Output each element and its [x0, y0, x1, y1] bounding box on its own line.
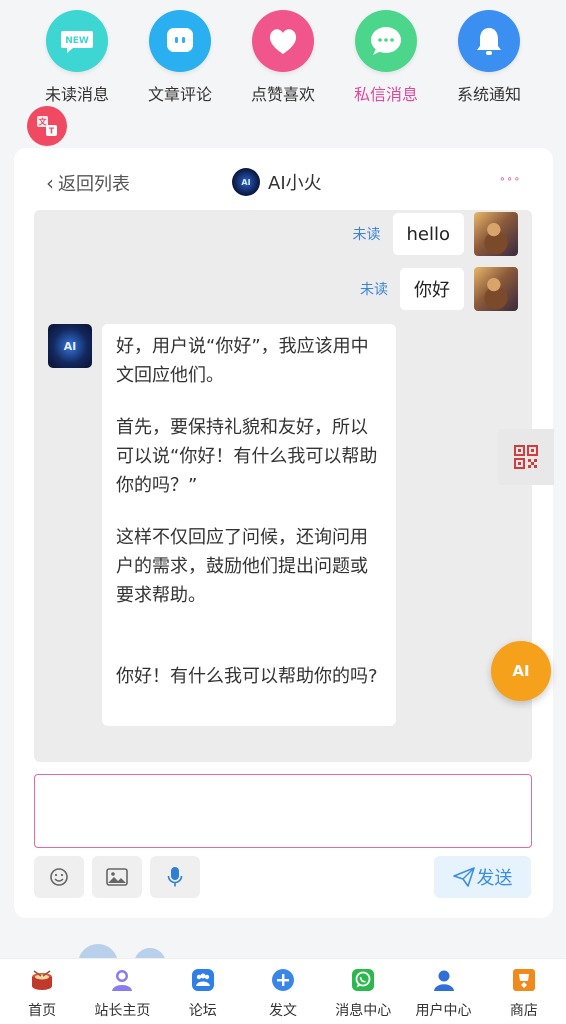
- message-input[interactable]: [34, 774, 532, 848]
- smiley-icon: [50, 868, 68, 886]
- user-avatar[interactable]: [474, 267, 518, 311]
- send-label: 发送: [476, 868, 513, 889]
- category-label: 系统通知: [456, 85, 521, 104]
- bell-icon: [458, 10, 520, 72]
- nav-message-center[interactable]: 消息中心: [323, 959, 403, 1024]
- svg-text:文: 文: [39, 117, 48, 127]
- ai-reply-paragraph: 好，用户说“你好”，我应该用中文回应他们。: [116, 336, 369, 386]
- category-label: 私信消息: [353, 85, 418, 104]
- bottom-navigation: 首页 站长主页 论坛 发文 消息中心 用户中心 商店: [0, 958, 566, 1024]
- nav-label: 发文: [268, 1003, 297, 1019]
- message-list[interactable]: 未读 hello 未读 你好 AI 好，用户说“你好”，我应该用中文回应他们。 …: [34, 210, 532, 762]
- nav-shop[interactable]: 商店: [484, 959, 564, 1024]
- message-category-bar: NEW 未读消息 文章评论 点赞喜欢 私信消息 系统通知: [0, 10, 566, 120]
- category-system-notice[interactable]: 系统通知: [439, 10, 539, 120]
- ai-assistant-button[interactable]: AI: [491, 641, 551, 701]
- user-center-icon: [432, 968, 456, 992]
- nav-label: 首页: [28, 1003, 57, 1019]
- translate-icon[interactable]: 文T: [27, 106, 67, 146]
- send-button[interactable]: 发送: [434, 856, 531, 898]
- back-label: 返回列表: [58, 174, 130, 195]
- back-to-list-button[interactable]: ‹ 返回列表: [46, 170, 130, 196]
- nav-label: 用户中心: [415, 1003, 472, 1019]
- nav-user-center[interactable]: 用户中心: [404, 959, 484, 1024]
- drum-icon: [30, 968, 54, 992]
- qr-code-button[interactable]: [498, 429, 554, 485]
- qr-code-icon: [514, 445, 538, 469]
- svg-text:T: T: [49, 127, 55, 136]
- nav-label: 消息中心: [335, 1003, 392, 1019]
- category-private-messages[interactable]: 私信消息: [336, 10, 436, 120]
- more-options-icon[interactable]: ∘∘∘: [499, 174, 521, 185]
- ai-reply-paragraph: 首先，要保持礼貌和友好，所以可以说“你好！有什么我可以帮助你的吗？”: [116, 417, 378, 496]
- person-icon: [110, 968, 134, 992]
- ai-reply-paragraph: 这样不仅回应了问候，还询问用户的需求，鼓励他们提出问题或要求帮助。: [116, 527, 368, 606]
- chat-title-text: AI小火: [268, 173, 322, 194]
- user-avatar[interactable]: [474, 212, 518, 256]
- new-badge-text: NEW: [65, 36, 89, 46]
- category-unread[interactable]: NEW 未读消息: [27, 10, 127, 120]
- nav-home[interactable]: 首页: [2, 959, 82, 1024]
- nav-label: 商店: [509, 1003, 538, 1019]
- ai-avatar-small: AI: [232, 168, 260, 196]
- nav-webmaster-home[interactable]: 站长主页: [82, 959, 162, 1024]
- unread-status: 未读: [360, 282, 388, 298]
- nav-label: 站长主页: [94, 1003, 151, 1019]
- send-icon: [452, 867, 475, 887]
- category-comments[interactable]: 文章评论: [130, 10, 230, 120]
- nav-forum[interactable]: 论坛: [163, 959, 243, 1024]
- message-icon: [351, 968, 375, 992]
- category-label: 文章评论: [147, 85, 212, 104]
- emoji-button[interactable]: [34, 856, 84, 898]
- new-icon: NEW: [46, 10, 108, 72]
- heart-icon: [252, 10, 314, 72]
- chat-bubble-icon: [355, 10, 417, 72]
- chat-title: AI AI小火: [232, 168, 322, 196]
- nav-label: 论坛: [188, 1003, 217, 1019]
- microphone-icon: [167, 867, 183, 887]
- nav-post[interactable]: 发文: [243, 959, 323, 1024]
- chevron-left-icon: ‹: [46, 171, 54, 195]
- category-label: 未读消息: [44, 85, 109, 104]
- ai-avatar[interactable]: AI: [48, 324, 92, 368]
- message-bubble: 你好: [400, 268, 464, 310]
- chat-card: ‹ 返回列表 AI AI小火 ∘∘∘ 未读 hello 未读 你好 AI 好，用…: [14, 148, 553, 918]
- unread-status: 未读: [352, 227, 381, 243]
- ai-reply-paragraph: 你好！有什么我可以帮助你的吗?: [116, 666, 378, 687]
- plus-icon: [271, 968, 295, 992]
- ai-reply-bubble: 好，用户说“你好”，我应该用中文回应他们。 首先，要保持礼貌和友好，所以可以说“…: [102, 324, 396, 726]
- comment-icon: [149, 10, 211, 72]
- user-message: 未读 你好: [360, 267, 518, 311]
- category-likes[interactable]: 点赞喜欢: [233, 10, 333, 120]
- image-button[interactable]: [92, 856, 142, 898]
- voice-button[interactable]: [150, 856, 200, 898]
- user-message: 未读 hello: [352, 212, 518, 256]
- category-label: 点赞喜欢: [250, 85, 315, 104]
- image-icon: [106, 868, 128, 886]
- shop-icon: [512, 968, 536, 992]
- forum-icon: [191, 968, 215, 992]
- chat-header: ‹ 返回列表 AI AI小火 ∘∘∘: [14, 148, 553, 212]
- message-bubble: hello: [392, 213, 464, 255]
